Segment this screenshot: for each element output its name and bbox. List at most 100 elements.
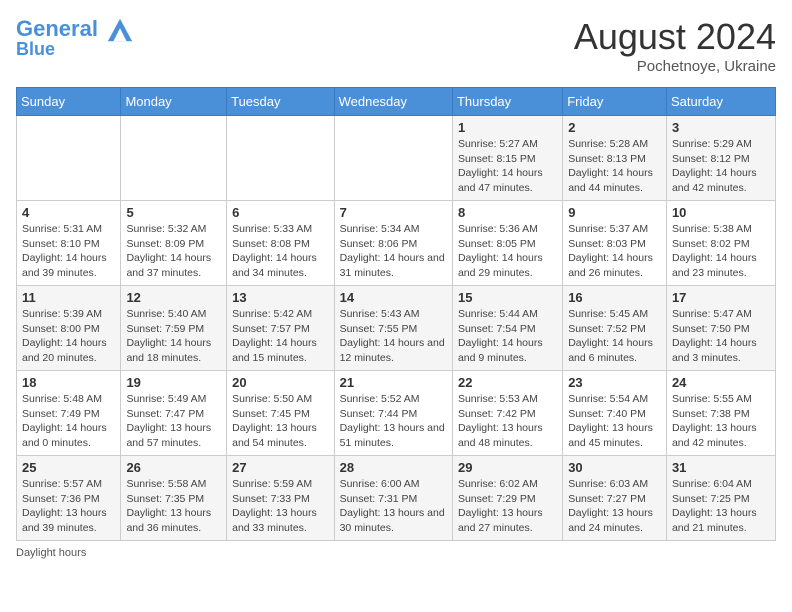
day-info: Sunrise: 5:37 AMSunset: 8:03 PMDaylight:… bbox=[568, 222, 661, 281]
day-number: 28 bbox=[340, 460, 447, 475]
calendar-cell bbox=[121, 116, 227, 201]
day-info: Sunrise: 5:52 AMSunset: 7:44 PMDaylight:… bbox=[340, 392, 447, 451]
day-number: 20 bbox=[232, 375, 328, 390]
day-number: 2 bbox=[568, 120, 661, 135]
calendar-cell: 9 Sunrise: 5:37 AMSunset: 8:03 PMDaylight… bbox=[563, 201, 667, 286]
calendar-cell: 20 Sunrise: 5:50 AMSunset: 7:45 PMDayligh… bbox=[227, 371, 334, 456]
calendar-cell: 24 Sunrise: 5:55 AMSunset: 7:38 PMDayligh… bbox=[666, 371, 775, 456]
calendar-cell: 16Sunrise: 5:45 AMSunset: 7:52 PMDayligh… bbox=[563, 286, 667, 371]
day-info: Sunrise: 5:59 AMSunset: 7:33 PMDaylight:… bbox=[232, 477, 328, 536]
day-number: 23 bbox=[568, 375, 661, 390]
day-number: 15 bbox=[458, 290, 557, 305]
day-number: 24 bbox=[672, 375, 770, 390]
day-info: Sunrise: 5:38 AMSunset: 8:02 PMDaylight:… bbox=[672, 222, 770, 281]
day-info: Sunrise: 5:40 AMSunset: 7:59 PMDaylight:… bbox=[126, 307, 221, 366]
calendar-cell: 11Sunrise: 5:39 AMSunset: 8:00 PMDayligh… bbox=[17, 286, 121, 371]
calendar-cell: 17 Sunrise: 5:47 AMSunset: 7:50 PMDayligh… bbox=[666, 286, 775, 371]
calendar-cell: 15 Sunrise: 5:44 AMSunset: 7:54 PMDayligh… bbox=[452, 286, 562, 371]
day-number: 13 bbox=[232, 290, 328, 305]
footer-note: Daylight hours bbox=[16, 547, 776, 559]
day-number: 17 bbox=[672, 290, 770, 305]
day-info: Sunrise: 5:36 AMSunset: 8:05 PMDaylight:… bbox=[458, 222, 557, 281]
day-number: 12 bbox=[126, 290, 221, 305]
day-number: 5 bbox=[126, 205, 221, 220]
weekday-header: Saturday bbox=[666, 88, 775, 116]
day-number: 18 bbox=[22, 375, 115, 390]
day-info: Sunrise: 5:53 AMSunset: 7:42 PMDaylight:… bbox=[458, 392, 557, 451]
calendar-cell: 14Sunrise: 5:43 AMSunset: 7:55 PMDayligh… bbox=[334, 286, 452, 371]
calendar-cell: 3 Sunrise: 5:29 AMSunset: 8:12 PMDaylight… bbox=[666, 116, 775, 201]
calendar-cell: 29 Sunrise: 6:02 AMSunset: 7:29 PMDayligh… bbox=[452, 456, 562, 541]
day-number: 1 bbox=[458, 120, 557, 135]
day-info: Sunrise: 5:31 AMSunset: 8:10 PMDaylight:… bbox=[22, 222, 115, 281]
day-info: Sunrise: 5:42 AMSunset: 7:57 PMDaylight:… bbox=[232, 307, 328, 366]
day-info: Sunrise: 5:54 AMSunset: 7:40 PMDaylight:… bbox=[568, 392, 661, 451]
calendar-cell: 8 Sunrise: 5:36 AMSunset: 8:05 PMDaylight… bbox=[452, 201, 562, 286]
calendar-cell: 2Sunrise: 5:28 AMSunset: 8:13 PMDaylight… bbox=[563, 116, 667, 201]
month-year: August 2024 bbox=[574, 16, 776, 58]
day-number: 9 bbox=[568, 205, 661, 220]
title-block: August 2024 Pochetnoye, Ukraine bbox=[574, 16, 776, 75]
day-info: Sunrise: 5:27 AMSunset: 8:15 PMDaylight:… bbox=[458, 137, 557, 196]
day-info: Sunrise: 5:33 AMSunset: 8:08 PMDaylight:… bbox=[232, 222, 328, 281]
calendar-cell: 5Sunrise: 5:32 AMSunset: 8:09 PMDaylight… bbox=[121, 201, 227, 286]
calendar-cell: 22Sunrise: 5:53 AMSunset: 7:42 PMDayligh… bbox=[452, 371, 562, 456]
day-info: Sunrise: 6:03 AMSunset: 7:27 PMDaylight:… bbox=[568, 477, 661, 536]
day-info: Sunrise: 5:29 AMSunset: 8:12 PMDaylight:… bbox=[672, 137, 770, 196]
calendar-cell: 27Sunrise: 5:59 AMSunset: 7:33 PMDayligh… bbox=[227, 456, 334, 541]
day-number: 8 bbox=[458, 205, 557, 220]
weekday-header: Thursday bbox=[452, 88, 562, 116]
calendar-cell: 4 Sunrise: 5:31 AMSunset: 8:10 PMDaylight… bbox=[17, 201, 121, 286]
day-info: Sunrise: 5:48 AMSunset: 7:49 PMDaylight:… bbox=[22, 392, 115, 451]
calendar-cell: 1 Sunrise: 5:27 AMSunset: 8:15 PMDaylight… bbox=[452, 116, 562, 201]
day-info: Sunrise: 5:47 AMSunset: 7:50 PMDaylight:… bbox=[672, 307, 770, 366]
calendar-cell: 7Sunrise: 5:34 AMSunset: 8:06 PMDaylight… bbox=[334, 201, 452, 286]
day-info: Sunrise: 6:00 AMSunset: 7:31 PMDaylight:… bbox=[340, 477, 447, 536]
location: Pochetnoye, Ukraine bbox=[574, 58, 776, 75]
day-info: Sunrise: 6:02 AMSunset: 7:29 PMDaylight:… bbox=[458, 477, 557, 536]
calendar-cell bbox=[17, 116, 121, 201]
day-number: 19 bbox=[126, 375, 221, 390]
calendar-table: SundayMondayTuesdayWednesdayThursdayFrid… bbox=[16, 87, 776, 541]
calendar-cell: 21Sunrise: 5:52 AMSunset: 7:44 PMDayligh… bbox=[334, 371, 452, 456]
day-number: 16 bbox=[568, 290, 661, 305]
calendar-cell: 12 Sunrise: 5:40 AMSunset: 7:59 PMDayligh… bbox=[121, 286, 227, 371]
calendar-cell bbox=[334, 116, 452, 201]
calendar-cell: 23 Sunrise: 5:54 AMSunset: 7:40 PMDayligh… bbox=[563, 371, 667, 456]
daylight-label: Daylight hours bbox=[16, 547, 86, 559]
weekday-header: Tuesday bbox=[227, 88, 334, 116]
day-number: 26 bbox=[126, 460, 221, 475]
day-info: Sunrise: 6:04 AMSunset: 7:25 PMDaylight:… bbox=[672, 477, 770, 536]
calendar-cell: 25 Sunrise: 5:57 AMSunset: 7:36 PMDayligh… bbox=[17, 456, 121, 541]
calendar-cell: 26Sunrise: 5:58 AMSunset: 7:35 PMDayligh… bbox=[121, 456, 227, 541]
calendar-cell: 18 Sunrise: 5:48 AMSunset: 7:49 PMDayligh… bbox=[17, 371, 121, 456]
day-number: 4 bbox=[22, 205, 115, 220]
calendar-cell: 28 Sunrise: 6:00 AMSunset: 7:31 PMDayligh… bbox=[334, 456, 452, 541]
day-info: Sunrise: 5:57 AMSunset: 7:36 PMDaylight:… bbox=[22, 477, 115, 536]
day-info: Sunrise: 5:34 AMSunset: 8:06 PMDaylight:… bbox=[340, 222, 447, 281]
calendar-cell bbox=[227, 116, 334, 201]
day-number: 31 bbox=[672, 460, 770, 475]
day-number: 29 bbox=[458, 460, 557, 475]
day-number: 10 bbox=[672, 205, 770, 220]
day-number: 25 bbox=[22, 460, 115, 475]
weekday-header: Wednesday bbox=[334, 88, 452, 116]
weekday-header: Sunday bbox=[17, 88, 121, 116]
day-info: Sunrise: 5:49 AMSunset: 7:47 PMDaylight:… bbox=[126, 392, 221, 451]
calendar-cell: 19 Sunrise: 5:49 AMSunset: 7:47 PMDayligh… bbox=[121, 371, 227, 456]
calendar-cell: 6 Sunrise: 5:33 AMSunset: 8:08 PMDaylight… bbox=[227, 201, 334, 286]
calendar-cell: 10 Sunrise: 5:38 AMSunset: 8:02 PMDayligh… bbox=[666, 201, 775, 286]
page-header: General Blue August 2024 Pochetnoye, Ukr… bbox=[16, 16, 776, 75]
day-info: Sunrise: 5:50 AMSunset: 7:45 PMDaylight:… bbox=[232, 392, 328, 451]
calendar-cell: 13 Sunrise: 5:42 AMSunset: 7:57 PMDayligh… bbox=[227, 286, 334, 371]
day-info: Sunrise: 5:39 AMSunset: 8:00 PMDaylight:… bbox=[22, 307, 115, 366]
weekday-header: Friday bbox=[563, 88, 667, 116]
day-number: 3 bbox=[672, 120, 770, 135]
day-info: Sunrise: 5:55 AMSunset: 7:38 PMDaylight:… bbox=[672, 392, 770, 451]
day-info: Sunrise: 5:44 AMSunset: 7:54 PMDaylight:… bbox=[458, 307, 557, 366]
day-number: 6 bbox=[232, 205, 328, 220]
logo: General Blue bbox=[16, 16, 134, 60]
day-info: Sunrise: 5:43 AMSunset: 7:55 PMDaylight:… bbox=[340, 307, 447, 366]
calendar-cell: 31 Sunrise: 6:04 AMSunset: 7:25 PMDayligh… bbox=[666, 456, 775, 541]
day-number: 30 bbox=[568, 460, 661, 475]
